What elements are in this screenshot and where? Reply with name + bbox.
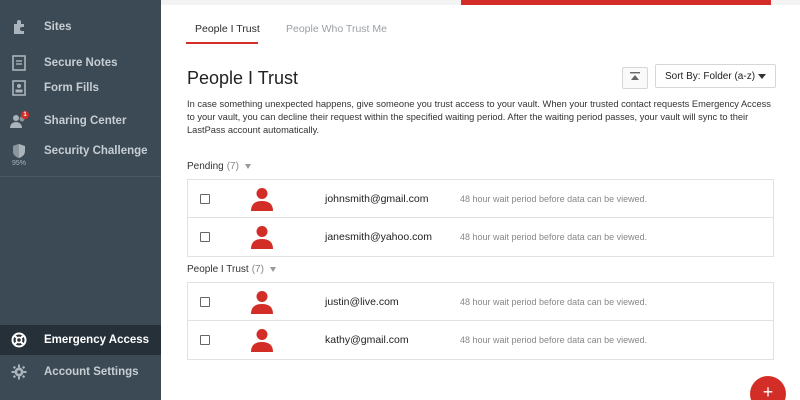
list-item[interactable]: janesmith@yahoo.com 48 hour wait period … [188,218,773,256]
person-icon [251,328,273,352]
sidebar-item-label: Account Settings [44,366,139,378]
chevron-down-icon [758,74,766,79]
caret-down-icon [244,164,251,169]
row-checkbox[interactable] [200,335,210,345]
section-title: Pending [187,161,224,172]
sidebar-item-label: Form Fills [44,82,99,94]
wait-period-text: 48 hour wait period before data can be v… [460,194,648,204]
contact-email: johnsmith@gmail.com [325,193,429,205]
puzzle-icon [10,18,28,36]
collapse-up-icon [629,69,641,87]
list-item[interactable]: justin@live.com 48 hour wait period befo… [188,283,773,321]
form-icon [10,79,28,97]
sidebar-item-account-settings[interactable]: Account Settings [0,357,161,387]
notification-badge: 1 [21,111,29,119]
row-checkbox[interactable] [200,232,210,242]
tab-people-i-trust[interactable]: People I Trust [186,23,260,35]
sidebar-item-security-challenge[interactable]: 95% Security Challenge [0,136,161,167]
section-count: (7) [251,264,264,275]
contact-email: janesmith@yahoo.com [325,231,432,243]
sidebar-item-sharing-center[interactable]: 1 Sharing Center [0,106,161,136]
list-item[interactable]: johnsmith@gmail.com 48 hour wait period … [188,180,773,218]
section-pending-header[interactable]: Pending (7) [187,161,251,172]
row-checkbox[interactable] [200,194,210,204]
sidebar-item-label: Secure Notes [44,57,118,69]
security-score: 95% [12,160,27,167]
sidebar-divider [0,176,161,177]
person-icon [251,290,273,314]
contact-email: kathy@gmail.com [325,334,409,346]
section-people-i-trust-header[interactable]: People I Trust (7) [187,264,276,275]
trusted-list: justin@live.com 48 hour wait period befo… [187,282,774,360]
wait-period-text: 48 hour wait period before data can be v… [460,232,648,242]
row-checkbox[interactable] [200,297,210,307]
sidebar-item-form-fills[interactable]: Form Fills [0,73,161,103]
wait-period-text: 48 hour wait period before data can be v… [460,335,648,345]
sidebar: Sites Secure Notes Form Fills 1 Sharing … [0,0,161,400]
lifebuoy-icon [10,331,28,349]
person-icon [251,187,273,211]
wait-period-text: 48 hour wait period before data can be v… [460,297,648,307]
sidebar-item-label: Security Challenge [44,145,148,157]
caret-down-icon [269,267,276,272]
main-panel: People I Trust People Who Trust Me Peopl… [161,5,800,400]
sidebar-item-sites[interactable]: Sites [0,12,161,42]
section-count: (7) [226,161,239,172]
pending-list: johnsmith@gmail.com 48 hour wait period … [187,179,774,257]
section-title: People I Trust [187,264,249,275]
tab-people-who-trust-me[interactable]: People Who Trust Me [286,23,387,35]
contact-email: justin@live.com [325,296,399,308]
list-item[interactable]: kathy@gmail.com 48 hour wait period befo… [188,321,773,359]
gear-icon [10,363,28,381]
active-tab-underline [186,42,258,44]
sort-label: Sort By: Folder (a-z) [665,70,756,82]
page-description: In case something unexpected happens, gi… [187,99,771,135]
page-title: People I Trust [187,68,299,88]
sidebar-item-label: Sharing Center [44,115,127,127]
collapse-all-button[interactable] [622,67,648,89]
sidebar-item-label: Emergency Access [44,334,150,346]
person-icon [251,225,273,249]
sidebar-item-emergency-access[interactable]: Emergency Access [0,325,161,355]
sort-dropdown[interactable]: Sort By: Folder (a-z) [655,64,776,88]
sidebar-item-label: Sites [44,21,72,33]
shield-icon [10,142,28,160]
note-icon [10,54,28,72]
